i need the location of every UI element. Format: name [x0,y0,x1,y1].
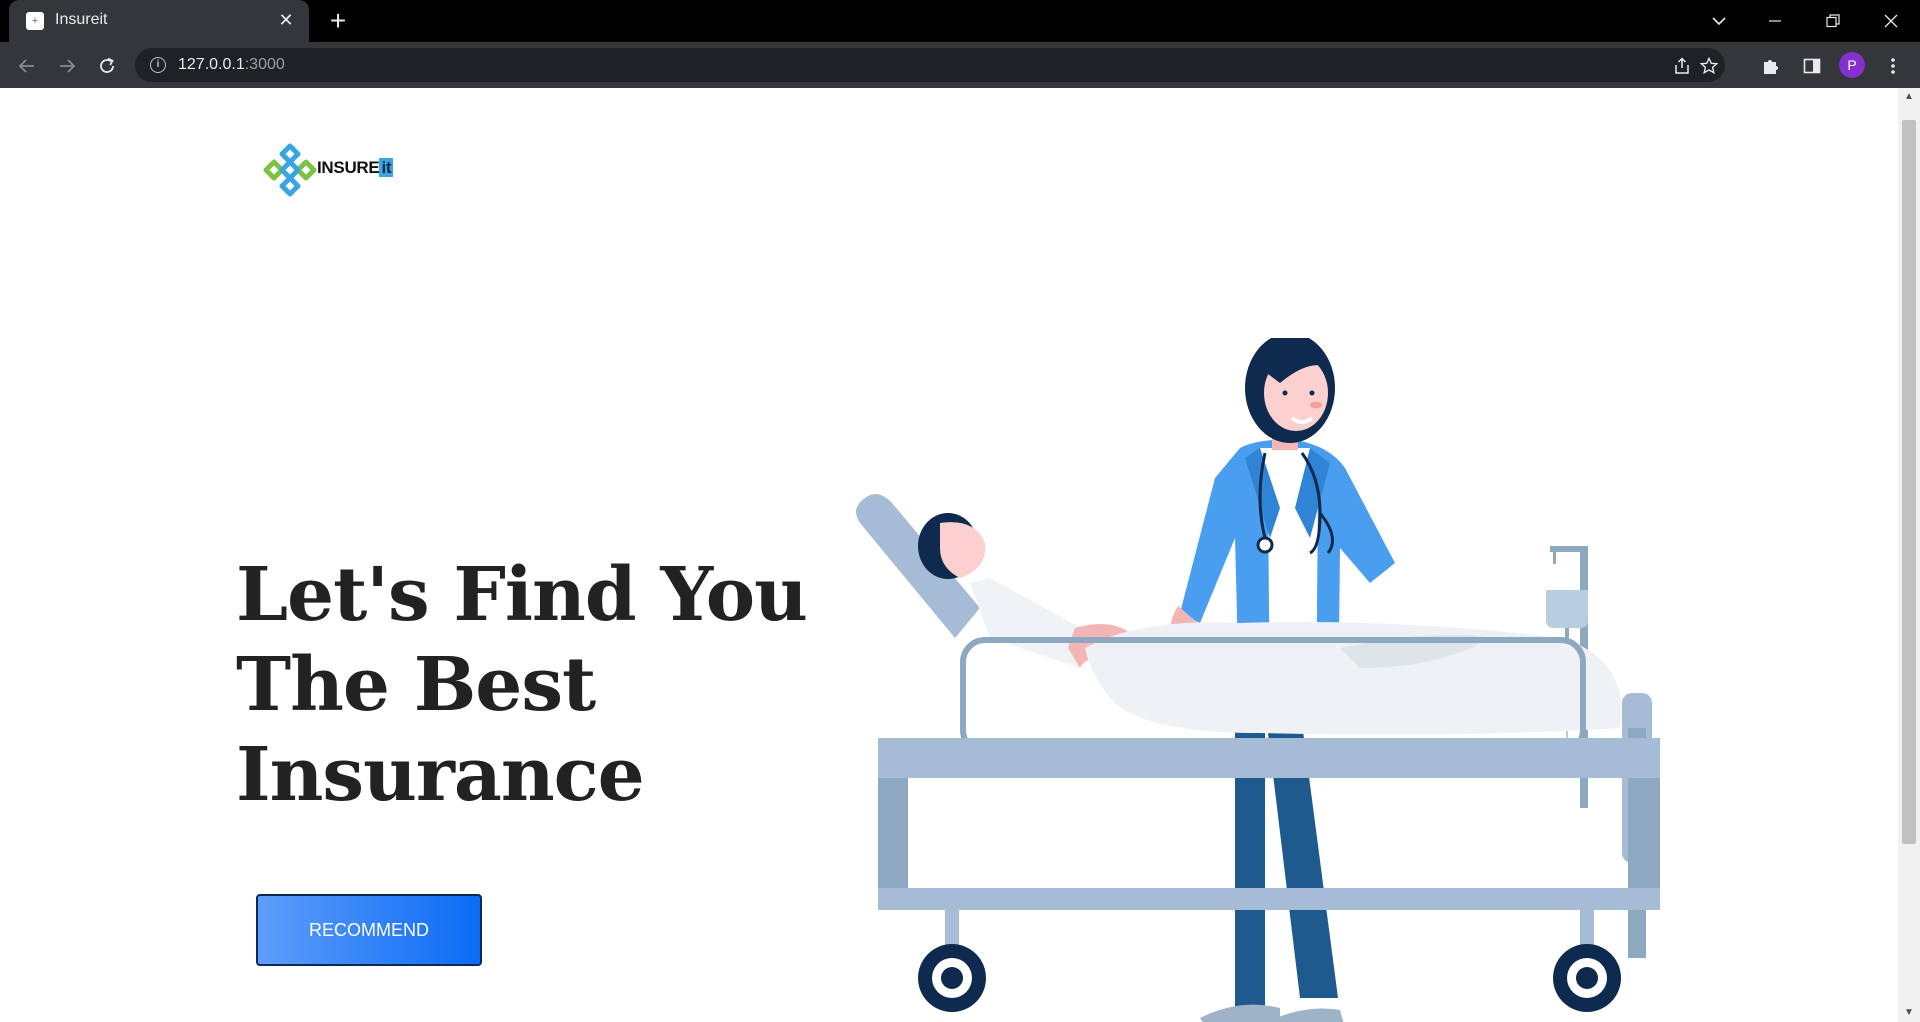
star-icon [1699,56,1719,75]
recommend-button[interactable]: RECOMMEND [256,894,482,966]
minimize-button[interactable] [1752,2,1798,38]
extensions-button[interactable] [1757,51,1785,79]
bed-wheel-left [918,944,986,1012]
tab-close-icon[interactable]: ✕ [275,9,297,31]
window-close-button[interactable] [1868,2,1914,38]
url-text[interactable]: 127.0.0.1:3000 [178,56,285,74]
bed-wheel-right [1553,944,1621,1012]
side-panel-icon [1803,58,1821,74]
logo-text-main: INSURE [317,158,380,177]
tab-title: Insureit [55,11,108,28]
restore-button[interactable] [1810,2,1856,38]
hero-title-line-1: Let's Find You [236,552,808,638]
tab-search-button[interactable] [1696,2,1742,38]
doctor-patient-illustration [856,338,1660,1022]
browser-tab[interactable]: + Insureit ✕ [9,0,309,42]
puzzle-icon [1764,60,1778,75]
new-tab-button[interactable]: + [323,6,353,36]
browser-tab-bar: + Insureit ✕ + [0,0,1920,42]
hero-title: Let's Find You The Best Insurance [236,550,808,820]
scroll-down-arrow-icon[interactable]: ▼ [1898,1004,1920,1022]
browser-toolbar: i 127.0.0.1:3000 P [0,42,1920,88]
close-icon [1884,14,1898,28]
logo-cross-icon [263,143,317,197]
kebab-menu-icon [1891,58,1895,75]
restore-icon [1826,14,1840,28]
forward-button[interactable] [52,50,82,80]
share-button[interactable] [1669,52,1695,78]
share-icon [1675,57,1689,74]
browser-menu-button[interactable] [1879,51,1907,79]
arrow-right-icon [60,59,76,73]
reload-button[interactable] [92,50,122,80]
bookmark-button[interactable] [1696,52,1722,78]
logo-text-accent: it [379,158,394,177]
logo-wordmark: INSURE it [317,158,394,178]
hero-title-line-3: Insurance [236,732,645,818]
back-button[interactable] [12,50,42,80]
scroll-up-arrow-icon[interactable]: ▲ [1898,88,1920,106]
arrow-left-icon [18,59,34,73]
url-port: :3000 [244,56,285,73]
minimize-icon [1769,20,1781,22]
page-viewport: INSURE it Let's Find You The Best Insuran… [0,88,1898,1022]
scroll-thumb[interactable] [1902,120,1916,844]
url-host: 127.0.0.1 [178,56,245,73]
logo[interactable]: INSURE it [262,142,402,198]
side-panel-button[interactable] [1798,51,1826,79]
info-icon[interactable]: i [150,57,166,73]
hero-title-line-2: The Best [236,642,596,728]
page-scrollbar[interactable]: ▲ ▼ [1898,88,1920,1022]
profile-avatar[interactable]: P [1839,52,1865,78]
chevron-down-icon [1712,17,1726,26]
reload-icon [100,57,114,74]
favicon-icon: + [26,12,44,30]
address-bar[interactable]: i 127.0.0.1:3000 [135,48,1725,82]
